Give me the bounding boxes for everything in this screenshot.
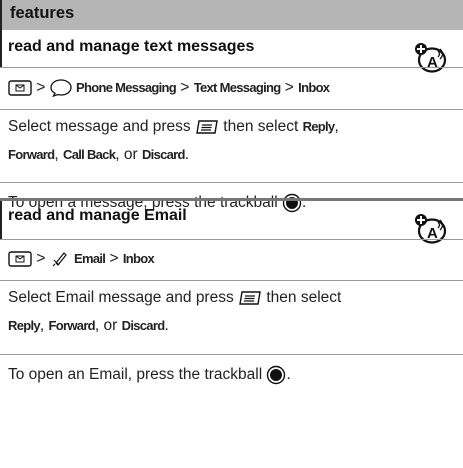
option-discard: Discard: [121, 318, 165, 333]
chat-bubble-icon: [50, 79, 72, 97]
punctuation: .: [164, 317, 169, 334]
instruction-line: Select Email message and press then sele…: [8, 289, 341, 307]
option-discard: Discard: [141, 147, 185, 162]
divider: [0, 280, 463, 281]
instruction-line: To open an Email, press the trackball .: [8, 365, 291, 385]
instruction-text: , or: [94, 317, 118, 334]
path-step: Inbox: [298, 80, 330, 96]
punctuation: .: [184, 146, 190, 163]
option-reply: Reply: [302, 119, 336, 134]
path-step: Inbox: [122, 251, 155, 267]
header-title: features: [10, 4, 75, 22]
path-separator: >: [180, 79, 190, 97]
punctuation: ,: [54, 146, 59, 163]
message-key-icon: [8, 80, 32, 96]
trackball-icon: [267, 365, 286, 385]
instruction-text: Select Email message and press: [8, 289, 234, 306]
option-call-back: Call Back: [63, 147, 116, 162]
punctuation: ,: [39, 317, 45, 334]
menu-path: > Phone Messaging > Text Messaging > Inb…: [8, 79, 330, 97]
path-separator: >: [36, 250, 46, 268]
svg-text:A: A: [427, 54, 438, 71]
section-left-bar: [0, 201, 2, 239]
option-forward: Forward: [48, 318, 96, 333]
path-step: Text Messaging: [193, 80, 281, 96]
section-left-bar: [0, 30, 2, 67]
path-separator: >: [284, 79, 294, 97]
section-title: read and manage text messages: [8, 38, 255, 55]
path-separator: >: [36, 79, 46, 97]
instruction-line: Select message and press then select Rep…: [8, 118, 339, 136]
message-key-icon: [8, 251, 32, 267]
instruction-text: Select message and press: [8, 118, 191, 135]
instruction-line: Forward, Call Back, or Discard.: [8, 146, 189, 164]
voice-shortcut-icon: A: [415, 214, 447, 244]
manual-page: features read and manage text messages A…: [0, 0, 463, 468]
menu-path: > Email > Inbox: [8, 249, 155, 269]
punctuation: ,: [334, 118, 339, 135]
voice-shortcut-icon: A: [415, 43, 447, 73]
instruction-text: then select: [223, 118, 299, 135]
divider: [0, 109, 463, 110]
divider: [0, 354, 463, 355]
path-step: Phone Messaging: [76, 80, 177, 96]
features-header: features: [0, 0, 463, 30]
pen-icon: [52, 252, 67, 267]
divider: [0, 67, 463, 68]
divider: [0, 182, 463, 183]
section-title: read and manage Email: [8, 207, 187, 224]
option-forward: Forward: [8, 147, 55, 162]
instruction-line: Reply, Forward, or Discard.: [8, 317, 169, 335]
path-step: Email: [74, 251, 106, 267]
instruction-text: then select: [266, 289, 342, 306]
menu-key-icon: [239, 291, 261, 305]
instruction-text: , or: [115, 146, 138, 163]
path-separator: >: [109, 250, 119, 268]
punctuation: .: [286, 366, 291, 384]
menu-key-icon: [196, 120, 218, 134]
section-email: read and manage Email A > Email > Inbox: [0, 201, 463, 422]
option-reply: Reply: [8, 318, 41, 333]
instruction-text: To open an Email, press the trackball: [8, 366, 263, 384]
divider: [0, 239, 463, 240]
